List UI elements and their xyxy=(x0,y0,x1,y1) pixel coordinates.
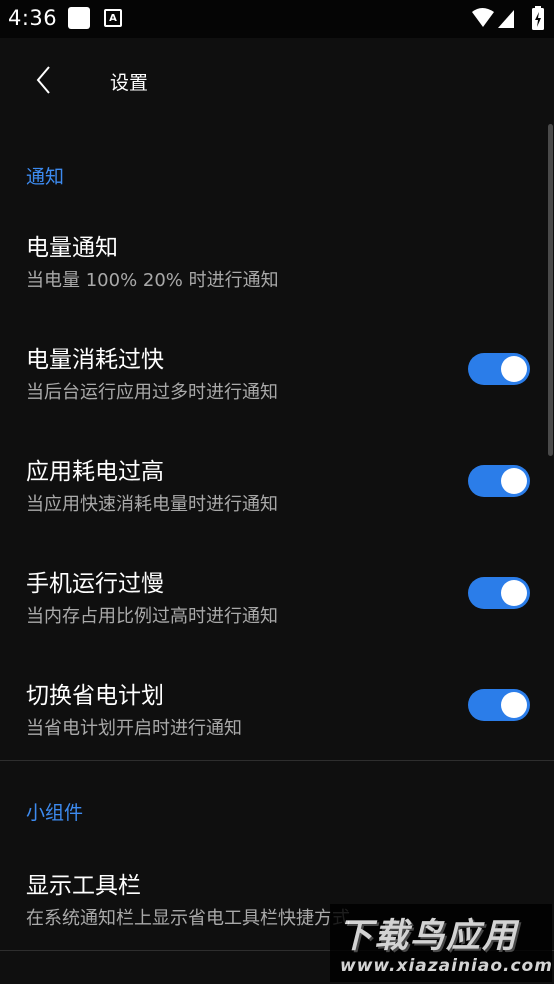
watermark-logo-text: 下载鸟应用 xyxy=(338,916,518,956)
toggle-app-high-drain[interactable] xyxy=(468,465,530,497)
toggle-fast-drain[interactable] xyxy=(468,353,530,385)
toggle-knob xyxy=(501,468,527,494)
section-header-widgets: 小组件 xyxy=(26,802,84,824)
setting-subtitle: 当后台运行应用过多时进行通知 xyxy=(26,382,278,403)
back-button[interactable] xyxy=(24,60,64,100)
setting-title: 显示工具栏 xyxy=(26,873,141,899)
notification-square-icon xyxy=(68,7,90,29)
setting-app-high-drain[interactable]: 应用耗电过高 当应用快速消耗电量时进行通知 xyxy=(0,452,554,552)
status-bar: 4:36 A xyxy=(0,0,554,38)
setting-title: 手机运行过慢 xyxy=(26,571,164,597)
wifi-icon xyxy=(472,8,494,27)
watermark: 下载鸟应用 www.xiazainiao.com xyxy=(330,904,552,982)
setting-title: 电量消耗过快 xyxy=(26,347,164,373)
toggle-knob xyxy=(501,692,527,718)
setting-subtitle: 当应用快速消耗电量时进行通知 xyxy=(26,494,278,515)
chevron-left-icon xyxy=(36,66,50,94)
setting-battery-notification[interactable]: 电量通知 当电量 100% 20% 时进行通知 xyxy=(0,228,554,328)
setting-fast-drain[interactable]: 电量消耗过快 当后台运行应用过多时进行通知 xyxy=(0,340,554,440)
page-title: 设置 xyxy=(110,72,149,94)
toggle-phone-slow[interactable] xyxy=(468,577,530,609)
setting-subtitle: 当省电计划开启时进行通知 xyxy=(26,718,242,739)
notification-a-icon: A xyxy=(104,9,122,27)
toggle-power-plan[interactable] xyxy=(468,689,530,721)
status-icons xyxy=(472,6,544,30)
setting-subtitle: 当内存占用比例过高时进行通知 xyxy=(26,606,278,627)
setting-title: 应用耗电过高 xyxy=(26,459,164,485)
setting-subtitle: 当电量 100% 20% 时进行通知 xyxy=(26,270,279,291)
setting-power-plan[interactable]: 切换省电计划 当省电计划开启时进行通知 xyxy=(0,676,554,776)
battery-charging-icon xyxy=(532,6,544,30)
signal-icon xyxy=(498,10,514,28)
watermark-url: www.xiazainiao.com xyxy=(340,956,553,976)
status-time: 4:36 xyxy=(8,6,58,30)
toolbar: 设置 xyxy=(0,38,554,124)
toggle-knob xyxy=(501,580,527,606)
setting-title: 电量通知 xyxy=(26,235,118,261)
setting-phone-slow[interactable]: 手机运行过慢 当内存占用比例过高时进行通知 xyxy=(0,564,554,664)
toggle-knob xyxy=(501,356,527,382)
divider xyxy=(0,760,554,761)
section-header-notifications: 通知 xyxy=(26,166,65,188)
setting-subtitle: 在系统通知栏上显示省电工具栏快捷方式 xyxy=(26,908,350,929)
setting-title: 切换省电计划 xyxy=(26,683,164,709)
